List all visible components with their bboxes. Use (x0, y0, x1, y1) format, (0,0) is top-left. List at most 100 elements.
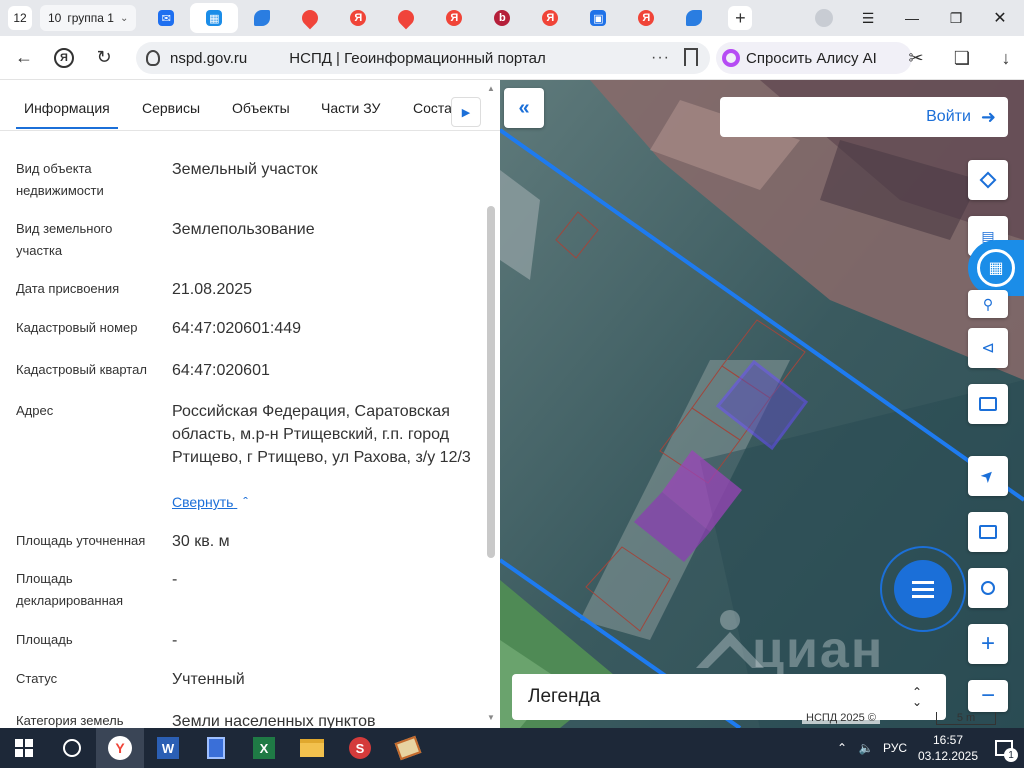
share-button[interactable]: ⊲ (968, 328, 1008, 368)
tabs-scroll-right-button[interactable]: ▶ (451, 97, 481, 127)
field-value: Российская Федерация, Саратовская област… (172, 403, 471, 466)
info-panel: Информация Сервисы Объекты Части ЗУ Сост… (0, 80, 500, 728)
taskbar-yandex-browser[interactable]: Y (96, 728, 144, 768)
field-label: Кадастровый номер (16, 320, 138, 335)
printer-icon (979, 397, 997, 411)
collections-icon[interactable]: ❏ (946, 42, 978, 74)
tab-yandex-2[interactable]: Я (430, 3, 478, 33)
tray-chevron-up-icon[interactable]: ⌃ (830, 741, 854, 755)
locate-button[interactable] (968, 568, 1008, 608)
tab-docs[interactable]: ▣ (574, 3, 622, 33)
reload-icon[interactable]: ↻ (88, 42, 120, 74)
panel-scrollbar[interactable] (487, 206, 495, 558)
scroll-up-arrow-icon[interactable]: ▲ (487, 84, 495, 93)
taskbar-calculator[interactable] (192, 728, 240, 768)
map-pin-icon (395, 6, 418, 30)
system-tray: ⌃ 🔈 РУС 16:57 03.12.2025 1 (830, 728, 1024, 768)
cian-watermark: циан (752, 621, 885, 679)
zoom-in-button[interactable]: + (968, 624, 1008, 664)
start-button[interactable] (0, 728, 48, 768)
download-icon[interactable]: ↓ (990, 42, 1022, 74)
new-tab-plus-icon[interactable]: + (728, 6, 753, 30)
ask-alice-label: Спросить Алису AI (746, 49, 877, 67)
collapse-link[interactable]: Свернуть ˆ (172, 494, 248, 510)
alice-icon (722, 49, 740, 67)
map-scale: 5 m (936, 712, 996, 725)
bookmark-icon[interactable] (684, 48, 698, 66)
panel-tabs: Информация Сервисы Объекты Части ЗУ Сост… (0, 80, 500, 131)
tab-maps-2[interactable] (382, 3, 430, 33)
tab-objects[interactable]: Объекты (232, 100, 290, 116)
tab-yandex-3[interactable]: Я (526, 3, 574, 33)
nspd-app-badge[interactable]: ▦ (968, 240, 1024, 296)
minimap-button[interactable] (968, 512, 1008, 552)
tab-cloud[interactable] (238, 3, 286, 33)
search-taskbar-button[interactable] (48, 728, 96, 768)
search-icon (63, 739, 81, 757)
volume-icon[interactable]: 🔈 (854, 741, 878, 755)
back-arrow-icon[interactable]: ← (8, 42, 40, 74)
taskbar-s-app[interactable]: S (336, 728, 384, 768)
page-title: НСПД | Геоинформационный портал (289, 49, 546, 67)
field-value[interactable]: 64:47:020601:449 (172, 317, 472, 340)
tab-count-badge[interactable]: 12 (8, 6, 32, 30)
field-label: Площадь декларированная (16, 571, 124, 608)
taskbar-excel[interactable]: X (240, 728, 288, 768)
b-icon: b (494, 10, 511, 26)
tab-cloud-2[interactable] (670, 3, 718, 33)
field-value: - (172, 571, 178, 588)
search-objects-button[interactable]: ⚲ (968, 290, 1008, 318)
chat-button[interactable] (880, 546, 966, 632)
chat-icon (894, 560, 952, 618)
taskbar-explorer[interactable] (288, 728, 336, 768)
restore-icon[interactable]: ❐ (934, 0, 978, 36)
field-label: Вид объекта недвижимости (16, 161, 104, 198)
tab-nspd[interactable]: ▦ (190, 3, 239, 33)
copyright-text: НСПД 2025 © (802, 712, 880, 724)
field-value: 21.08.2025 (172, 281, 253, 298)
more-dots-icon[interactable]: ··· (651, 49, 670, 67)
profile-icon[interactable] (802, 0, 846, 36)
tab-maps-1[interactable] (286, 3, 334, 33)
login-button[interactable]: Войти ➜ (720, 97, 1008, 137)
address-bar-row: ← Я ↻ nspd.gov.ru НСПД | Геоинформационн… (0, 36, 1024, 80)
ask-alice-button[interactable]: Спросить Алису AI (716, 42, 912, 74)
tab-group[interactable]: 10 группа 1 ⌄ (40, 5, 137, 31)
notifications-button[interactable]: 1 (984, 728, 1024, 768)
tab-b-site[interactable]: b (478, 3, 526, 33)
collapse-panel-button[interactable]: « (504, 88, 544, 128)
tab-composition[interactable]: Соста (413, 100, 452, 116)
print-button[interactable] (968, 384, 1008, 424)
url-bar[interactable]: nspd.gov.ru НСПД | Геоинформационный пор… (136, 42, 710, 74)
zoom-out-button[interactable]: − (968, 680, 1008, 712)
layers-button[interactable] (968, 160, 1008, 200)
minimize-icon[interactable]: — (890, 0, 934, 36)
menu-icon[interactable]: ☰ (846, 0, 890, 36)
taskbar-paint[interactable] (384, 728, 432, 768)
tab-mail[interactable]: ✉ (142, 3, 190, 33)
tab-information[interactable]: Информация (24, 100, 110, 116)
clock[interactable]: 16:57 03.12.2025 (912, 732, 984, 764)
field-value: 30 кв. м (172, 533, 230, 550)
scroll-down-arrow-icon[interactable]: ▼ (487, 713, 495, 722)
tab-services[interactable]: Сервисы (142, 100, 200, 116)
field-value[interactable]: 64:47:020601 (172, 359, 472, 382)
tab-land-parts[interactable]: Части ЗУ (321, 100, 380, 116)
tab-group-name: группа 1 (67, 11, 114, 25)
login-label: Войти (926, 108, 971, 125)
yandex-logo-icon[interactable]: Я (48, 42, 80, 74)
notification-count: 1 (1004, 748, 1018, 762)
tab-yandex-4[interactable]: Я (622, 3, 670, 33)
tab-group-count: 10 (48, 11, 62, 25)
layers-icon (979, 171, 997, 189)
language-indicator[interactable]: РУС (878, 741, 912, 755)
geolocation-button[interactable]: ➤ (968, 456, 1008, 496)
taskbar-word[interactable]: W (144, 728, 192, 768)
legend-dropdown[interactable]: Легенда ⌃ ⌄ (512, 674, 946, 720)
tab-yandex-1[interactable]: Я (334, 3, 382, 33)
map-view[interactable]: циан « Войти ➜ ▤ ▦ ⚲ ⊲ ➤ + − Легенда ⌃ ⌄… (500, 80, 1024, 728)
close-icon[interactable]: ✕ (978, 0, 1022, 36)
excel-icon: X (253, 737, 275, 759)
mail-icon: ✉ (158, 10, 175, 26)
extensions-icon[interactable]: ✂ (900, 42, 932, 74)
